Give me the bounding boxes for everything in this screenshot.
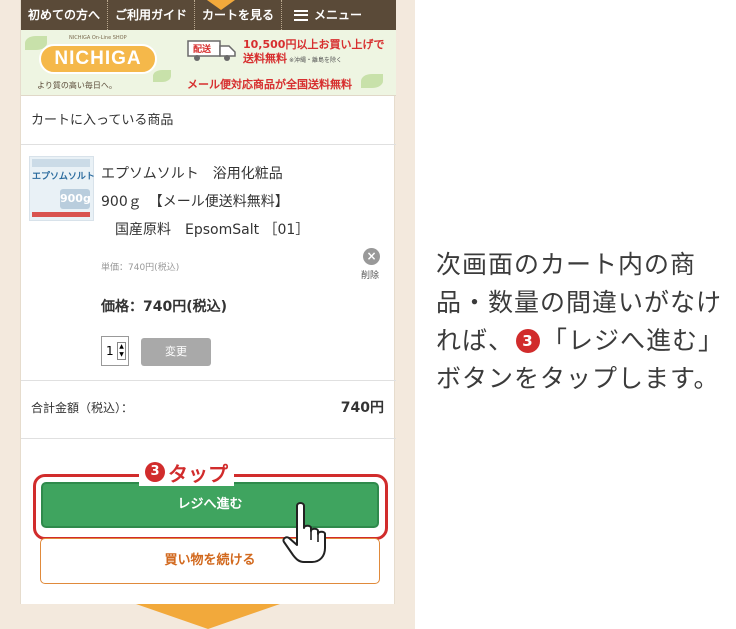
nav-first-time[interactable]: 初めての方へ — [21, 0, 109, 30]
product-price: 価格：740円(税込) — [101, 299, 228, 315]
logo-subtitle: NICHIGA On-Line SHOP — [69, 35, 127, 41]
delivery-truck-icon: 配送 — [187, 40, 236, 61]
thumbnail-label: エプソムソルト — [32, 172, 95, 182]
truck-label: 配送 — [193, 43, 212, 55]
product-name-line: エプソムソルト 浴用化粧品 — [101, 166, 283, 182]
quantity-value: 1 — [106, 344, 114, 358]
total-label: 合計金額（税込）： — [31, 401, 134, 415]
phone-screen: 初めての方へ ご利用ガイド カートを見る メニュー NICHIGA On-Lin… — [20, 0, 396, 604]
nav-menu-button[interactable]: メニュー — [282, 0, 369, 30]
shipping-note: ※沖縄・離島を除く — [289, 57, 343, 64]
free-shipping-line: 送料無料 ※沖縄・離島を除く — [243, 50, 342, 66]
divider — [21, 438, 396, 439]
mail-delivery-free-shipping: メール便対応商品が全国送料無料 — [187, 78, 352, 91]
shipping-banner[interactable]: NICHIGA On-Line SHOP NICHIGA より質の高い毎日へ。 … — [21, 30, 396, 96]
nav-menu-label: メニュー — [314, 8, 363, 22]
step-number-badge: 3 — [145, 462, 165, 482]
change-quantity-button[interactable]: 変更 — [141, 338, 211, 366]
cart-heading: カートに入っている商品 — [21, 97, 396, 145]
instruction-text: 次画面のカート内の商品・数量の間違いがなければ、 3 「レジへ進む」ボタンをタップし… — [436, 246, 726, 398]
hamburger-icon — [294, 9, 309, 21]
tap-callout-text: タップ — [168, 461, 228, 486]
divider — [21, 380, 396, 381]
total-value: 740円 — [340, 400, 384, 416]
logo-text: NICHIGA — [54, 48, 142, 69]
product-name[interactable]: エプソムソルト 浴用化粧品 900ｇ 【メール便送料無料】 国産原料 Epsom… — [101, 160, 381, 244]
leaf-decoration-icon — [361, 74, 383, 88]
quantity-spinner-icon[interactable]: ▲ ▼ — [117, 342, 126, 360]
unit-price: 単価：740円(税込) — [101, 263, 180, 273]
site-logo[interactable]: NICHIGA — [39, 44, 157, 74]
step-number-badge: 3 — [516, 329, 541, 353]
thumbnail-header-band — [32, 159, 90, 167]
thumbnail-footer-band — [32, 212, 90, 217]
delete-label[interactable]: 削除 — [361, 268, 379, 281]
pointing-hand-icon — [282, 502, 326, 563]
free-shipping-text: 送料無料 — [243, 52, 287, 65]
next-step-arrow-icon — [136, 604, 280, 629]
delete-icon[interactable]: × — [363, 248, 380, 265]
nav-guide[interactable]: ご利用ガイド — [108, 0, 196, 30]
current-nav-pointer-icon — [207, 0, 235, 10]
tap-callout: 3 タップ — [139, 458, 234, 486]
thumbnail-size: 900g — [60, 189, 91, 209]
quantity-input[interactable]: 1 ▲ ▼ — [101, 336, 129, 366]
product-name-line: 国産原料 EpsomSalt ［01］ — [101, 222, 310, 238]
logo-tagline: より質の高い毎日へ。 — [37, 81, 117, 90]
product-name-line: 900ｇ 【メール便送料無料】 — [101, 194, 289, 210]
product-thumbnail[interactable]: エプソムソルト 900g — [29, 156, 95, 221]
leaf-decoration-icon — [153, 70, 171, 82]
